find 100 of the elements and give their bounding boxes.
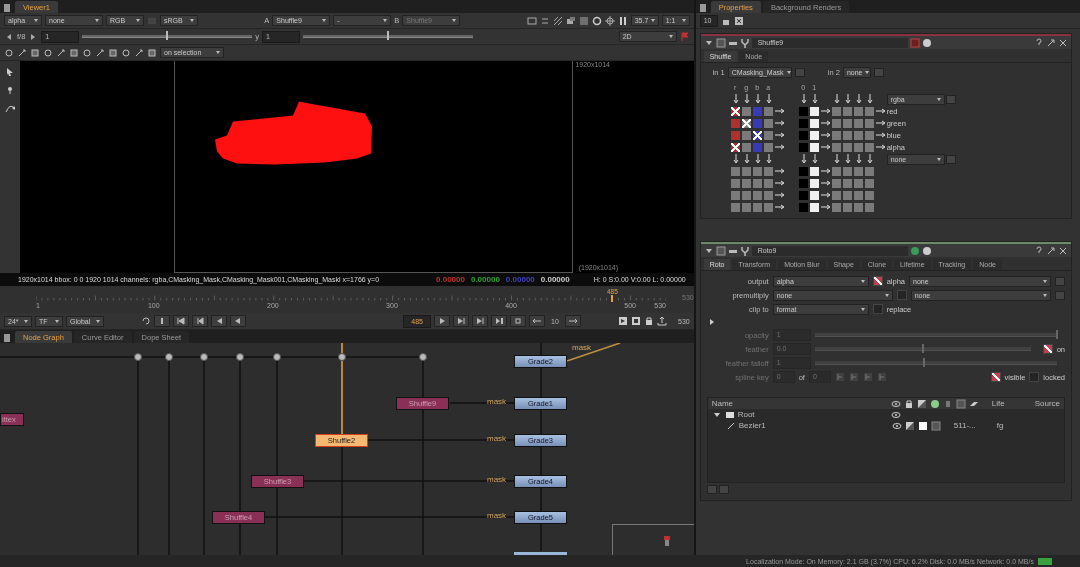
fork-icon[interactable] <box>739 245 750 256</box>
timeline-tool-icon[interactable] <box>657 316 667 326</box>
bezier-tool-icon[interactable] <box>5 103 15 113</box>
transport-button[interactable] <box>510 315 527 327</box>
viewer-tool-icon[interactable] <box>30 47 40 58</box>
transport-button[interactable] <box>173 315 190 327</box>
add-button[interactable] <box>706 485 717 494</box>
play-control-icon <box>176 316 187 326</box>
life-cell-text: 511-... <box>953 421 977 430</box>
play-control-icon <box>475 316 486 326</box>
checkbox[interactable] <box>872 304 883 314</box>
transport-button[interactable] <box>472 315 489 327</box>
transport-button[interactable] <box>434 315 451 327</box>
viewer-tool-icon[interactable] <box>591 15 602 26</box>
viewer-tool-icon[interactable] <box>552 15 563 26</box>
viewer-tool-icon[interactable] <box>82 47 92 58</box>
minus-button[interactable] <box>794 68 805 77</box>
slider-thumb[interactable] <box>166 31 169 40</box>
caret-icon <box>216 51 220 54</box>
minus-button[interactable] <box>945 94 956 104</box>
transport-button[interactable] <box>491 315 508 327</box>
step-forward-button[interactable] <box>564 315 581 327</box>
viewer-tool-icon[interactable] <box>147 47 157 58</box>
viewer-tool-icon[interactable] <box>56 47 66 58</box>
minus-button[interactable] <box>945 154 956 164</box>
slider-track[interactable] <box>814 361 1058 365</box>
viewer-tool-icon[interactable] <box>134 47 144 58</box>
gl-color-icon[interactable] <box>921 37 932 48</box>
minus-button[interactable] <box>1055 290 1066 300</box>
checkbox[interactable] <box>896 290 907 300</box>
play-control-icon <box>195 316 206 326</box>
checkbox[interactable] <box>990 372 1001 382</box>
viewer-tool-icon[interactable] <box>526 15 537 26</box>
help-icon[interactable] <box>1034 245 1045 256</box>
slider-thumb[interactable] <box>387 31 390 40</box>
transport-button[interactable] <box>453 315 470 327</box>
viewer-tool-icon[interactable] <box>108 47 118 58</box>
caret-icon <box>1043 279 1048 283</box>
viewer-tool-icon[interactable] <box>69 47 79 58</box>
timeline-tool-icon[interactable] <box>631 316 641 326</box>
transport-button[interactable] <box>154 315 171 327</box>
transport-button[interactable] <box>211 315 228 327</box>
column-header: Name <box>711 399 735 408</box>
select-tool-icon[interactable] <box>5 67 15 77</box>
viewer-tool-icon[interactable] <box>121 47 131 58</box>
caret-icon <box>651 19 656 22</box>
minus-button[interactable] <box>873 68 884 77</box>
transport-button[interactable] <box>192 315 209 327</box>
pixel-value: 0.00000 <box>470 275 500 284</box>
help-icon[interactable] <box>1034 37 1045 48</box>
minus-button[interactable] <box>1055 276 1066 286</box>
close-icon[interactable] <box>1058 37 1069 48</box>
right-arrow-icon <box>820 118 831 128</box>
viewer-tool-icon[interactable] <box>565 15 576 26</box>
remove-button[interactable] <box>718 485 729 494</box>
loop-icon[interactable] <box>141 316 152 326</box>
viewer-tool-icon[interactable] <box>4 47 14 58</box>
playhead[interactable] <box>611 295 614 302</box>
viewer-tool-icon[interactable] <box>617 15 628 26</box>
right-arrow-icon <box>820 190 831 200</box>
float-icon[interactable] <box>1046 37 1057 48</box>
checkbox[interactable] <box>1029 372 1040 382</box>
fork-icon[interactable] <box>739 37 750 48</box>
transport-button[interactable] <box>230 315 247 327</box>
slider-track[interactable] <box>814 347 1031 351</box>
shape-name[interactable]: Bezier1 <box>738 421 889 430</box>
right-arrow-icon <box>820 166 831 176</box>
layer-name[interactable]: Root <box>737 410 888 419</box>
dot-node <box>200 353 208 361</box>
viewer-tool-icon[interactable] <box>17 47 27 58</box>
gl-color-icon[interactable] <box>921 245 932 256</box>
clear-icon[interactable] <box>733 15 744 26</box>
close-icon[interactable] <box>1058 245 1069 256</box>
slider-track[interactable] <box>814 333 1058 337</box>
checkbox[interactable] <box>872 276 883 286</box>
caret-icon <box>936 97 941 101</box>
flag-icon[interactable] <box>679 31 690 42</box>
pen-icon <box>725 420 736 431</box>
right-arrow-icon <box>774 130 785 140</box>
caret-icon <box>884 293 889 297</box>
key-tool-icon[interactable] <box>876 372 887 382</box>
viewer-tool-icon[interactable] <box>604 15 615 26</box>
caret-icon <box>786 71 791 74</box>
pixel-value: 0.00000 <box>540 275 570 284</box>
float-icon[interactable] <box>1046 245 1057 256</box>
timeline-tool-icon[interactable] <box>618 316 628 326</box>
viewer-tool-icon[interactable] <box>95 47 105 58</box>
node-color-icon[interactable] <box>715 37 726 48</box>
key-tool-icon[interactable] <box>862 372 873 382</box>
step-back-button[interactable] <box>529 315 546 327</box>
right-arrow-icon <box>774 118 785 128</box>
color-swatch-icon[interactable] <box>909 245 920 256</box>
viewer-tool-icon[interactable] <box>43 47 53 58</box>
point-tool-icon[interactable] <box>5 85 15 95</box>
key-tool-icon[interactable] <box>848 372 859 382</box>
key-tool-icon[interactable] <box>834 372 845 382</box>
color-swatch-icon[interactable] <box>909 37 920 48</box>
node-color-icon[interactable] <box>715 245 726 256</box>
lock-icon <box>903 398 914 409</box>
timeline-tool-icon[interactable] <box>644 316 654 326</box>
